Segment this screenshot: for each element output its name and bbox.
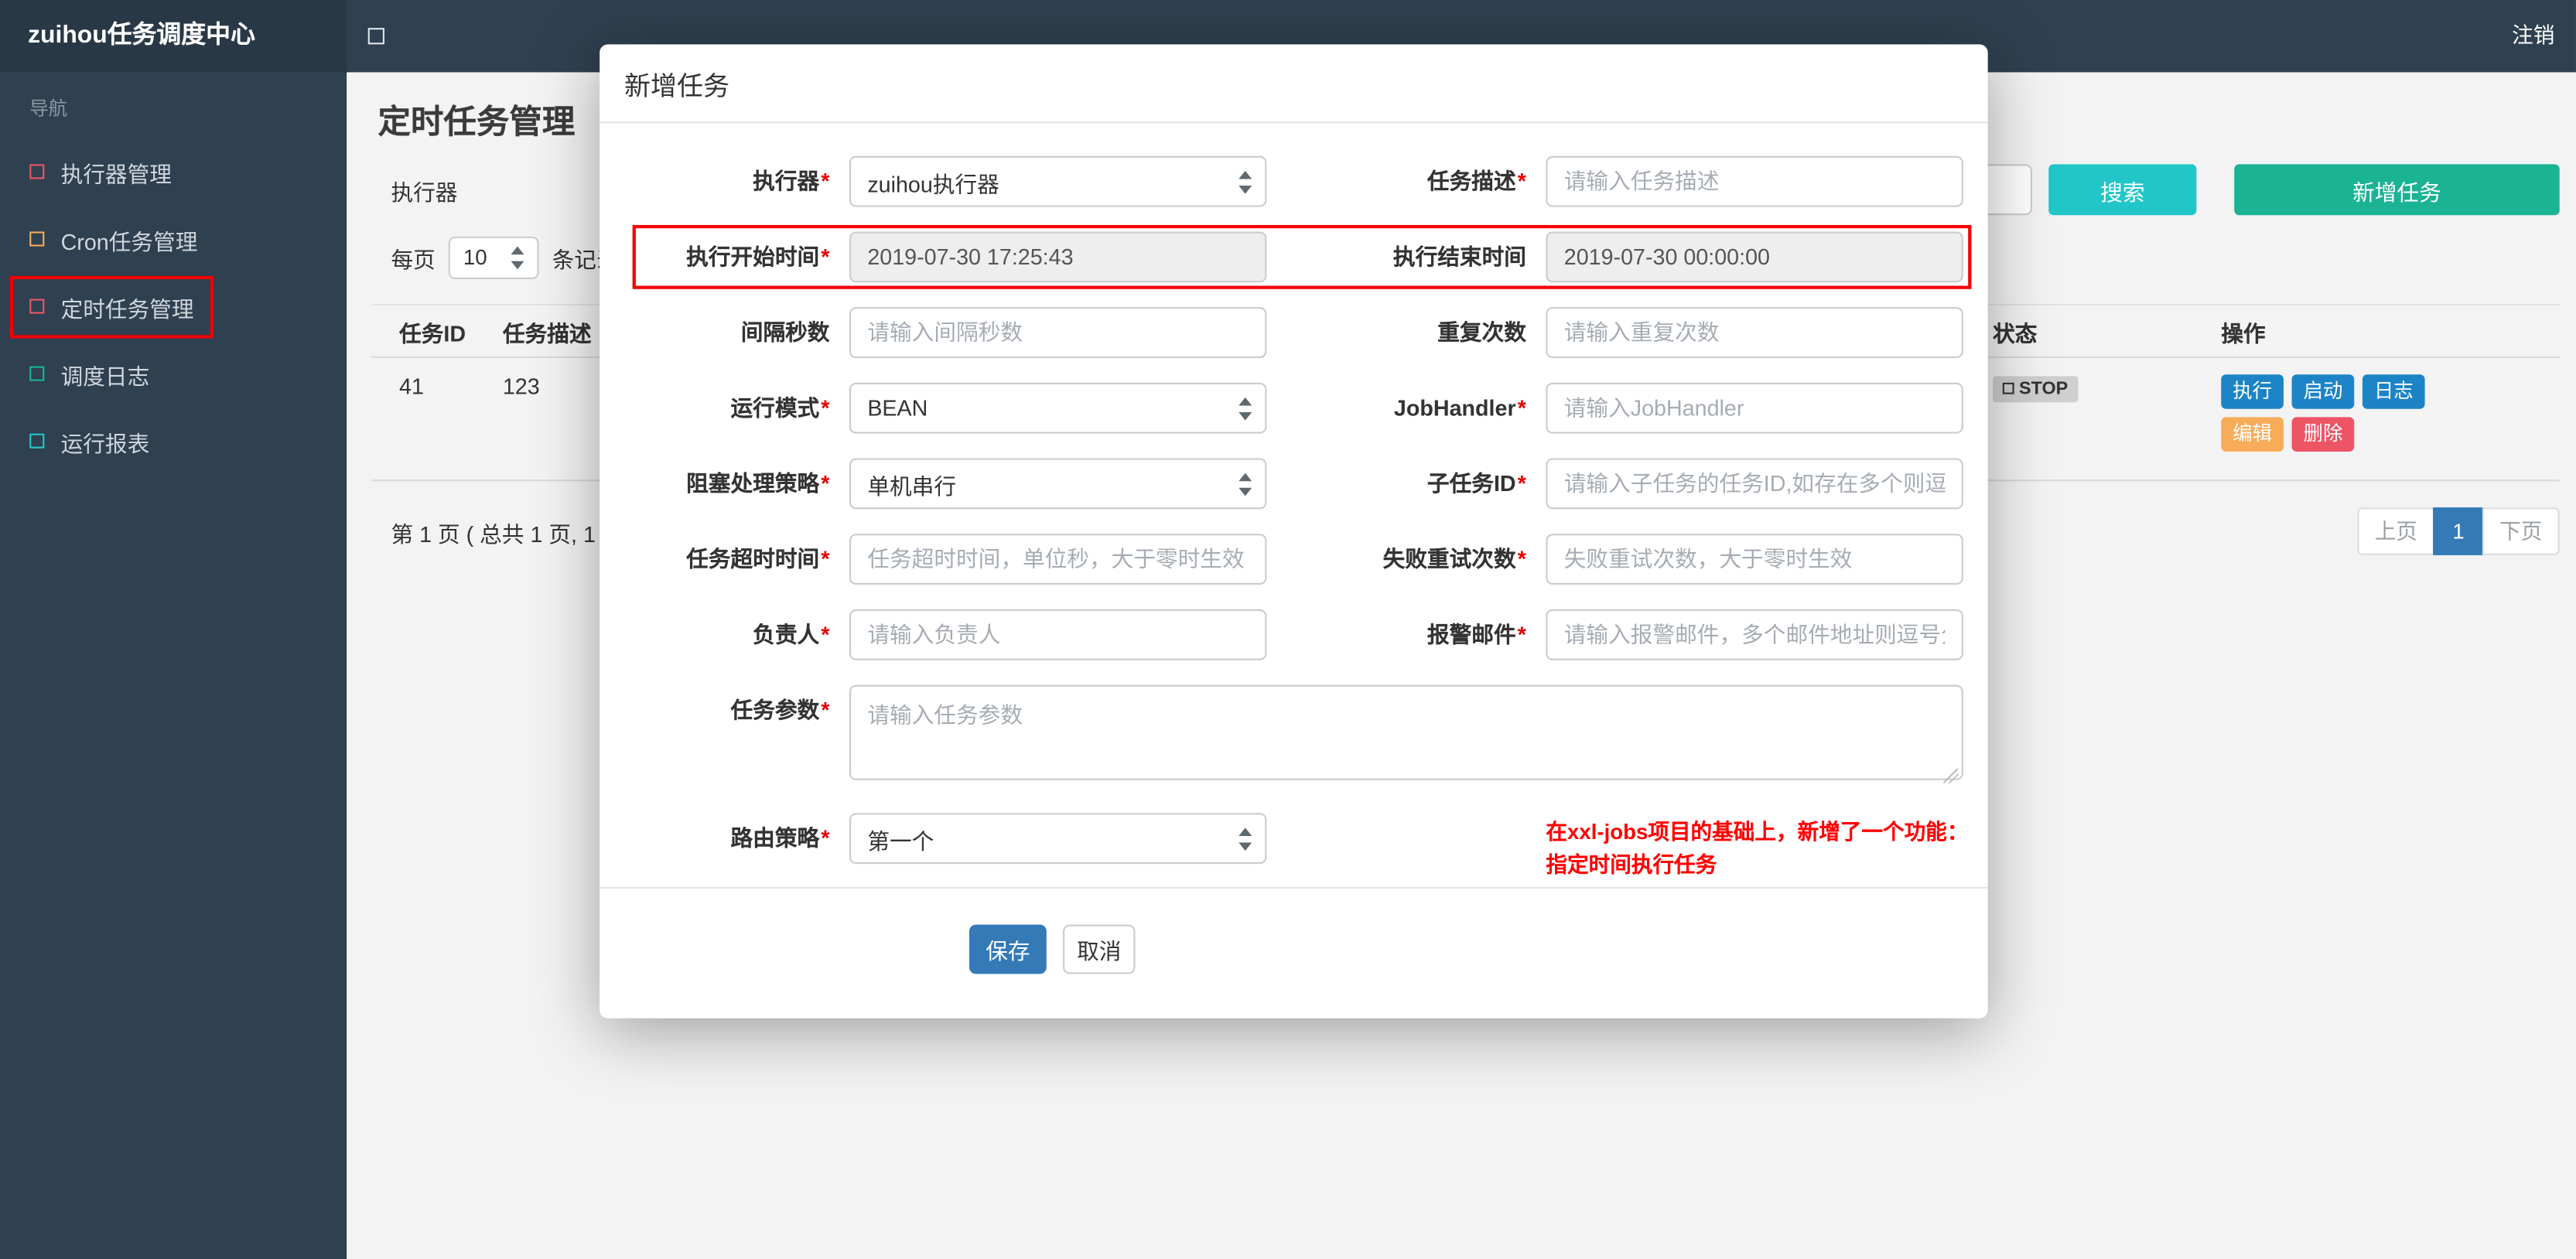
- log-button[interactable]: 日志: [2362, 374, 2425, 409]
- feature-note-line1: 在xxl-jobs项目的基础上，新增了一个功能：: [1546, 819, 1969, 844]
- square-outline-icon: [29, 299, 45, 314]
- active-item-annotation-box: 定时任务管理: [9, 275, 214, 338]
- sidebar: 导航 执行器管理 Cron任务管理 定时任务管理 调度日志 运行报表: [0, 72, 347, 1259]
- repeat-count-label: 重复次数: [1437, 320, 1526, 345]
- add-task-modal: 新增任务 执行器* zuihou执行器 任务描述* 执行开始时间*: [600, 44, 1988, 1018]
- task-desc-input[interactable]: [1546, 155, 1963, 207]
- sidebar-item-cron-task-manage[interactable]: Cron任务管理: [0, 205, 347, 272]
- run-mode-select[interactable]: BEAN: [849, 382, 1267, 434]
- sidebar-item-run-report[interactable]: 运行报表: [0, 408, 347, 475]
- route-strategy-select[interactable]: 第一个: [849, 813, 1267, 865]
- search-button[interactable]: 搜索: [2048, 164, 2197, 216]
- repeat-count-input[interactable]: [1546, 307, 1963, 358]
- owner-input[interactable]: [849, 609, 1267, 660]
- pagination: 上页 1 下页: [2357, 507, 2560, 555]
- sidebar-item-timed-task-manage[interactable]: 定时任务管理: [0, 273, 347, 340]
- next-page-button[interactable]: 下页: [2482, 507, 2560, 555]
- interval-input[interactable]: [849, 307, 1267, 358]
- cell-task-id: 41: [399, 374, 424, 400]
- sidebar-toggle-icon[interactable]: [367, 28, 384, 45]
- square-outline-icon: [29, 366, 45, 381]
- sidebar-item-label: 执行器管理: [60, 162, 172, 187]
- cell-operations: 执行 启动 日志 编辑 删除: [2221, 374, 2559, 459]
- job-param-label: 任务参数 *: [730, 698, 830, 723]
- alarm-email-label: 报警邮件 *: [1426, 622, 1526, 647]
- run-mode-label: 运行模式 *: [730, 395, 830, 421]
- sidebar-item-label: 调度日志: [60, 363, 150, 389]
- owner-label: 负责人 *: [753, 622, 830, 647]
- modal-body: 执行器* zuihou执行器 任务描述* 执行开始时间* 执行结束时间: [600, 123, 1988, 882]
- run-button[interactable]: 执行: [2221, 374, 2284, 409]
- header-task-id: 任务ID: [399, 321, 466, 346]
- executor-select[interactable]: zuihou执行器: [849, 155, 1267, 207]
- cell-status: STOP: [1993, 374, 2221, 402]
- select-arrows-icon: [1238, 169, 1252, 193]
- executor-label: 执行器 *: [753, 169, 830, 194]
- add-task-button[interactable]: 新增任务: [2234, 164, 2560, 216]
- retry-count-input[interactable]: [1546, 534, 1963, 585]
- timeout-input[interactable]: [849, 534, 1267, 585]
- executor-filter-label: 执行器: [391, 179, 458, 205]
- modal-footer: 保存 取消: [600, 886, 1988, 1018]
- per-page-prefix: 每页: [391, 247, 436, 272]
- square-outline-icon: [29, 164, 45, 179]
- delete-button[interactable]: 删除: [2291, 417, 2355, 452]
- start-time-input[interactable]: [849, 231, 1267, 283]
- brand-title: zuihou任务调度中心: [0, 0, 347, 73]
- sidebar-item-label: 运行报表: [60, 431, 150, 456]
- sidebar-menu: 执行器管理 Cron任务管理 定时任务管理 调度日志 运行报表: [0, 138, 347, 474]
- job-param-textarea[interactable]: [849, 684, 1963, 780]
- square-outline-icon: [29, 231, 45, 247]
- status-badge: STOP: [1993, 375, 2078, 402]
- end-time-input[interactable]: [1546, 231, 1963, 283]
- header-operations: 操作: [2221, 321, 2266, 346]
- current-page-button[interactable]: 1: [2433, 507, 2485, 555]
- app-root: zuihou任务调度中心 注销 导航 执行器管理 Cron任务管理 定时任务管理…: [0, 0, 2576, 1259]
- timeout-label: 任务超时时间 *: [686, 547, 830, 572]
- cancel-button[interactable]: 取消: [1063, 924, 1136, 974]
- child-job-input[interactable]: [1546, 458, 1963, 510]
- child-job-label: 子任务ID *: [1426, 471, 1526, 496]
- alarm-email-input[interactable]: [1546, 609, 1963, 660]
- end-time-label: 执行结束时间: [1392, 244, 1526, 270]
- route-strategy-label: 路由策略 *: [730, 826, 830, 851]
- block-strategy-label: 阻塞处理策略 *: [686, 471, 830, 496]
- header-status: 状态: [1993, 321, 2038, 346]
- select-arrows-icon: [1238, 827, 1252, 851]
- sidebar-item-label: 定时任务管理: [60, 296, 194, 322]
- start-button[interactable]: 启动: [2291, 374, 2355, 409]
- sidebar-item-executor-manage[interactable]: 执行器管理: [0, 138, 347, 205]
- jobhandler-label: JobHandler *: [1393, 395, 1526, 421]
- start-time-label: 执行开始时间 *: [686, 244, 830, 270]
- edit-button[interactable]: 编辑: [2221, 417, 2284, 452]
- square-outline-icon: [29, 433, 45, 449]
- retry-count-label: 失败重试次数 *: [1382, 547, 1526, 572]
- logout-link[interactable]: 注销: [2512, 0, 2554, 72]
- select-arrows-icon: [1238, 472, 1252, 496]
- prev-page-button[interactable]: 上页: [2357, 507, 2435, 555]
- task-desc-label: 任务描述 *: [1426, 169, 1526, 194]
- select-arrows-icon: [1238, 396, 1252, 420]
- sidebar-item-dispatch-log[interactable]: 调度日志: [0, 340, 347, 408]
- feature-note: 在xxl-jobs项目的基础上，新增了一个功能： 指定时间执行任务: [1546, 813, 1968, 882]
- jobhandler-input[interactable]: [1546, 382, 1963, 434]
- per-page-select[interactable]: 10: [448, 235, 539, 278]
- block-strategy-select[interactable]: 单机串行: [849, 458, 1267, 510]
- sidebar-item-label: Cron任务管理: [60, 229, 198, 254]
- save-button[interactable]: 保存: [969, 924, 1047, 974]
- nav-section-label: 导航: [29, 100, 68, 121]
- per-page-value: 10: [463, 244, 487, 270]
- square-glyph-icon: [2002, 382, 2014, 394]
- select-arrows-icon: [511, 245, 524, 269]
- modal-title: 新增任务: [600, 44, 1988, 124]
- interval-label: 间隔秒数: [740, 320, 830, 345]
- feature-note-line2: 指定时间执行任务: [1546, 852, 1717, 878]
